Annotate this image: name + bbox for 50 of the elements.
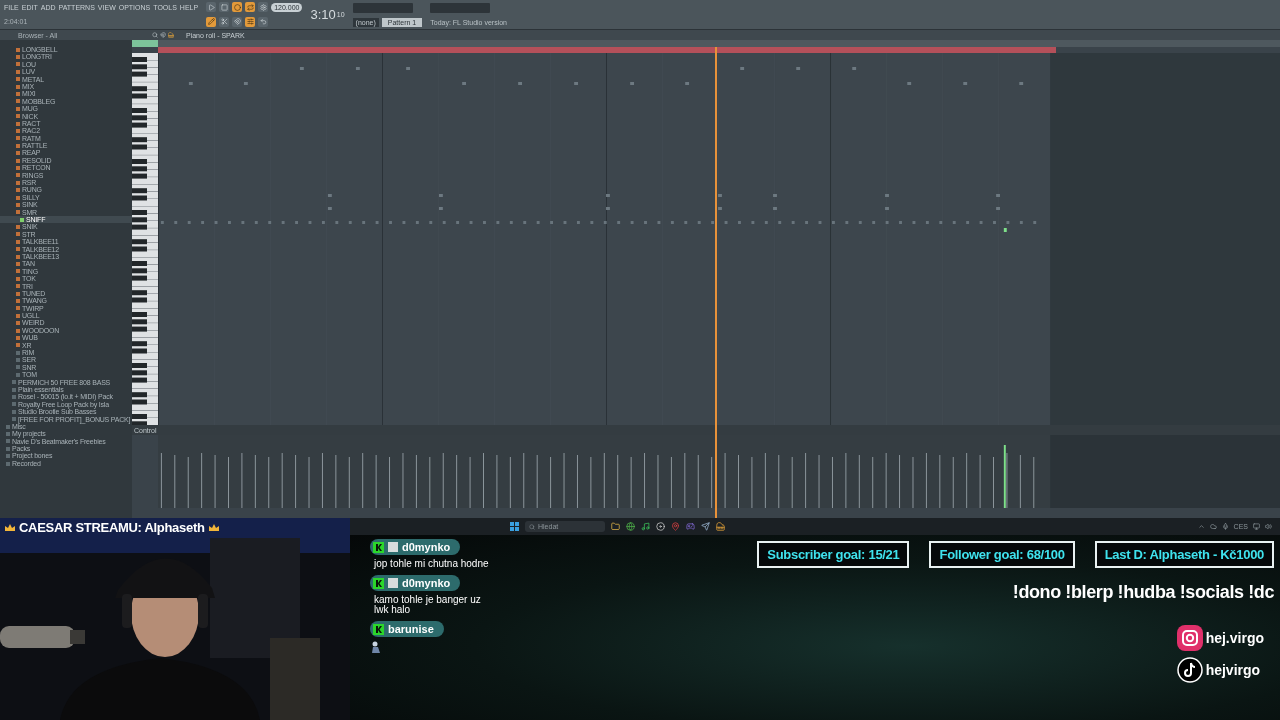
- cpu-meter: [430, 3, 491, 13]
- globe-icon[interactable]: [626, 522, 635, 531]
- toolbar-button[interactable]: [245, 2, 256, 13]
- webcam-title: CAESAR STREAMU: Alphaseth: [19, 520, 205, 535]
- magnet-icon[interactable]: [160, 32, 166, 38]
- social-handle: hej.virgo: [1205, 630, 1264, 646]
- chat-message: jop tohle mi chutna hodne: [372, 559, 490, 569]
- music-icon[interactable]: [641, 522, 650, 531]
- k-logo-icon: [373, 623, 384, 635]
- toolbar-button[interactable]: [258, 2, 269, 13]
- toolbar-button[interactable]: [219, 16, 230, 27]
- chat-commands: !dono !blerp !hudba !socials !dc: [1012, 582, 1274, 603]
- toolbar-button[interactable]: [232, 16, 243, 27]
- tiktok-icon: [1176, 657, 1203, 683]
- toolbar-button[interactable]: [206, 2, 217, 13]
- chat-username-pill: d0mynko: [370, 575, 461, 591]
- k-logo-icon: [373, 577, 384, 589]
- monitor-icon[interactable]: [1253, 523, 1260, 530]
- search-icon[interactable]: [152, 32, 158, 38]
- chevron-up-icon[interactable]: [1197, 523, 1205, 530]
- piano-icon[interactable]: [716, 522, 725, 531]
- instagram-icon: [1176, 625, 1203, 651]
- gamepad-icon[interactable]: [686, 522, 695, 531]
- crown-icon: [207, 522, 220, 533]
- send-icon[interactable]: [701, 522, 710, 531]
- cloud-icon[interactable]: [1209, 523, 1217, 530]
- folder-icon[interactable]: [611, 522, 620, 531]
- k-logo-icon: [373, 541, 384, 553]
- toolbar-button[interactable]: [206, 16, 217, 27]
- goal-counter: Subscriber goal: 15/21: [757, 541, 910, 568]
- goal-counter: Last D: Alphaseth - Kč1000: [1094, 541, 1274, 568]
- song-time: 3:10: [310, 7, 336, 22]
- toolbar-button[interactable]: [219, 2, 230, 13]
- chat-username-pill: d0mynko: [370, 539, 461, 555]
- toolbar-button[interactable]: [245, 16, 256, 27]
- toolbar-button[interactable]: [258, 16, 269, 27]
- search-icon: [529, 523, 535, 530]
- toolbar-button[interactable]: [232, 2, 243, 13]
- chat-username-pill: barunise: [370, 621, 444, 637]
- windows-logo-icon[interactable]: [510, 522, 519, 531]
- goal-counter: Follower goal: 68/100: [929, 541, 1075, 568]
- volume-icon[interactable]: [1265, 523, 1272, 530]
- pin-icon[interactable]: [671, 522, 680, 531]
- piano-roll-corner: [132, 40, 158, 47]
- disc-icon[interactable]: [656, 522, 665, 531]
- mic-icon[interactable]: [1221, 523, 1229, 530]
- piano-icon[interactable]: [168, 32, 174, 38]
- social-handle: hejvirgo: [1205, 662, 1261, 678]
- chat-message: kamo tohle je banger uz lwk halo: [373, 595, 482, 615]
- crown-icon: [4, 522, 16, 533]
